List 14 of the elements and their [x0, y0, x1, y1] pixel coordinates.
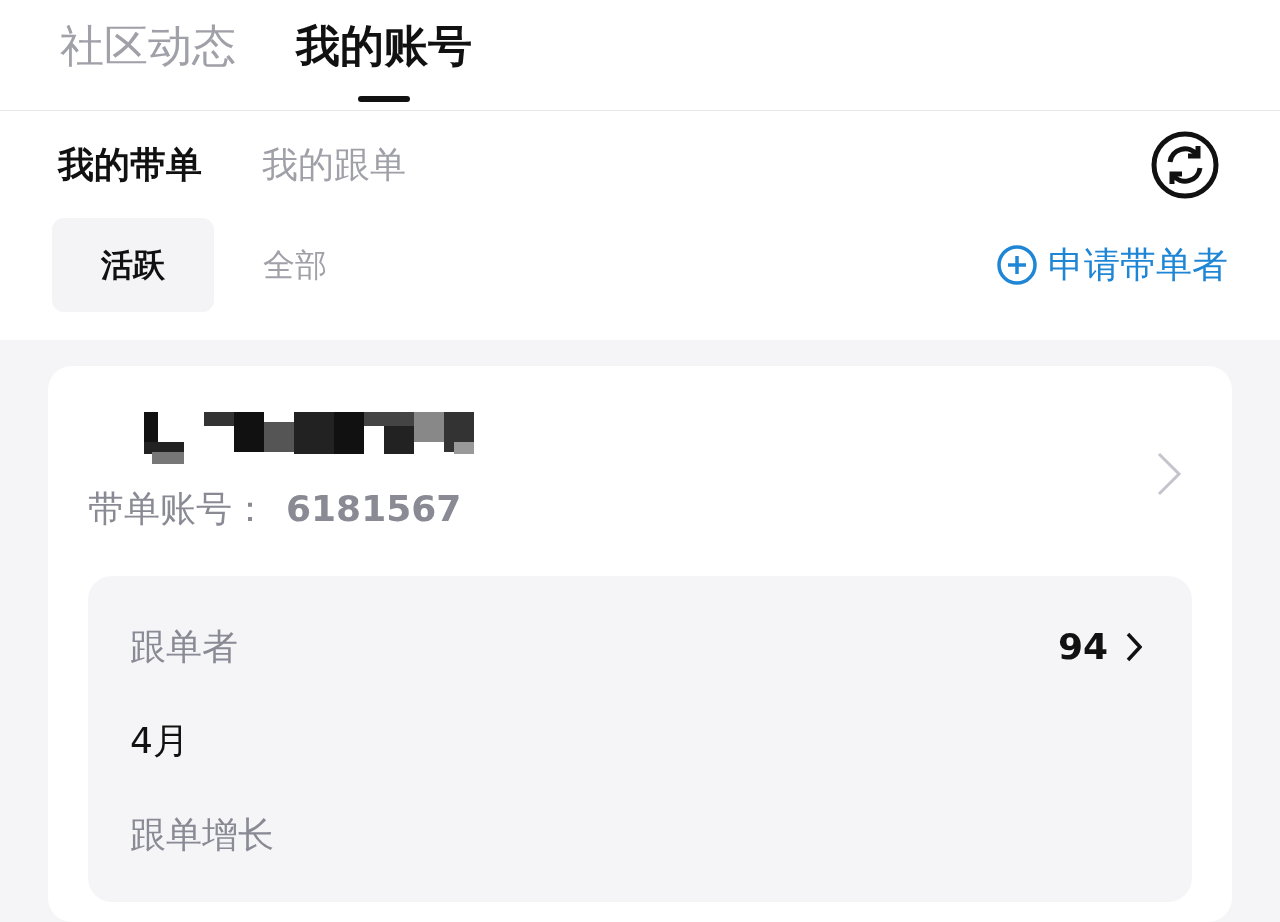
account-label: 带单账号：: [88, 487, 268, 531]
account-card[interactable]: 带单账号： 6181567 跟单者 94 4月 跟单增长: [48, 366, 1232, 922]
refresh-icon[interactable]: [1150, 129, 1220, 200]
top-tab[interactable]: 我的账号: [296, 14, 472, 110]
growth-label: 跟单增长: [130, 813, 275, 857]
apply-button[interactable]: 申请带单者: [996, 238, 1228, 292]
account-number: 6181567: [286, 487, 462, 531]
stat-value: 94: [1057, 625, 1108, 669]
month-label: 4月: [130, 719, 190, 763]
filter-tab[interactable]: 活跃: [52, 218, 214, 312]
chevron-right-icon[interactable]: [1126, 632, 1142, 662]
sub-tab[interactable]: 我的带单: [58, 137, 202, 192]
plus-circle-icon: [996, 244, 1038, 286]
stat-label: 跟单者: [130, 625, 238, 669]
